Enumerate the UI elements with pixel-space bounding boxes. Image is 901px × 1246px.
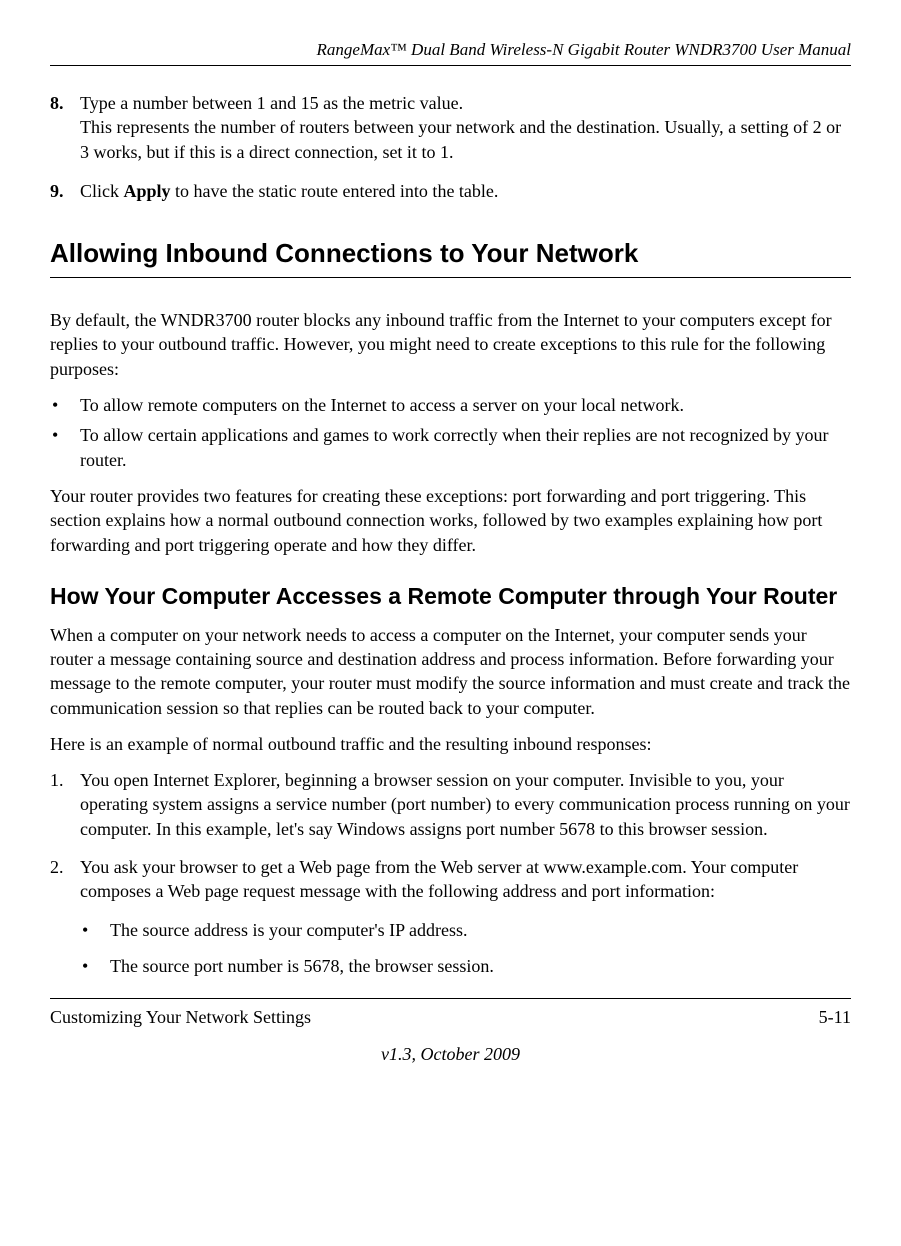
bullet-marker: • xyxy=(80,954,110,978)
step-8: 8. Type a number between 1 and 15 as the… xyxy=(50,91,851,164)
bullet-marker: • xyxy=(80,918,110,942)
intro-paragraph: By default, the WNDR3700 router blocks a… xyxy=(50,308,851,381)
subsection-para-2: Here is an example of normal outbound tr… xyxy=(50,732,851,756)
footer-row: Customizing Your Network Settings 5-11 xyxy=(50,1007,851,1028)
footer-divider xyxy=(50,998,851,999)
explanation-paragraph: Your router provides two features for cr… xyxy=(50,484,851,557)
bullet-marker: • xyxy=(50,423,80,472)
step-9-text: Click Apply to have the static route ent… xyxy=(80,179,851,203)
step-9-prefix: Click xyxy=(80,181,124,201)
header-divider xyxy=(50,65,851,66)
bullet-marker: • xyxy=(50,393,80,417)
ordered-item-2: 2. You ask your browser to get a Web pag… xyxy=(50,855,851,904)
sub-bullet-1: • The source address is your computer's … xyxy=(80,918,851,942)
footer-version: v1.3, October 2009 xyxy=(50,1044,851,1065)
sub-bullet-text-1: The source address is your computer's IP… xyxy=(110,918,468,942)
sub-bullet-2: • The source port number is 5678, the br… xyxy=(80,954,851,978)
ordered-text-2: You ask your browser to get a Web page f… xyxy=(80,855,851,904)
bullet-text-1: To allow remote computers on the Interne… xyxy=(80,393,684,417)
step-9-suffix: to have the static route entered into th… xyxy=(171,181,499,201)
subsection-para-1: When a computer on your network needs to… xyxy=(50,623,851,720)
ordered-number-2: 2. xyxy=(50,855,80,904)
ordered-item-1: 1. You open Internet Explorer, beginning… xyxy=(50,768,851,841)
step-9-number: 9. xyxy=(50,179,80,203)
subsection-heading: How Your Computer Accesses a Remote Comp… xyxy=(50,582,851,611)
footer-page-number: 5-11 xyxy=(819,1007,851,1028)
sub-bullet-text-2: The source port number is 5678, the brow… xyxy=(110,954,494,978)
step-9: 9. Click Apply to have the static route … xyxy=(50,179,851,203)
step-8-text: Type a number between 1 and 15 as the me… xyxy=(80,91,851,164)
footer-left: Customizing Your Network Settings xyxy=(50,1007,311,1028)
step-8-number: 8. xyxy=(50,91,80,164)
section-divider xyxy=(50,277,851,278)
ordered-number-1: 1. xyxy=(50,768,80,841)
bullet-text-2: To allow certain applications and games … xyxy=(80,423,851,472)
bullet-item-1: • To allow remote computers on the Inter… xyxy=(50,393,851,417)
section-heading: Allowing Inbound Connections to Your Net… xyxy=(50,238,851,269)
ordered-text-1: You open Internet Explorer, beginning a … xyxy=(80,768,851,841)
step-9-bold: Apply xyxy=(124,181,171,201)
page-header-title: RangeMax™ Dual Band Wireless-N Gigabit R… xyxy=(50,40,851,60)
bullet-item-2: • To allow certain applications and game… xyxy=(50,423,851,472)
